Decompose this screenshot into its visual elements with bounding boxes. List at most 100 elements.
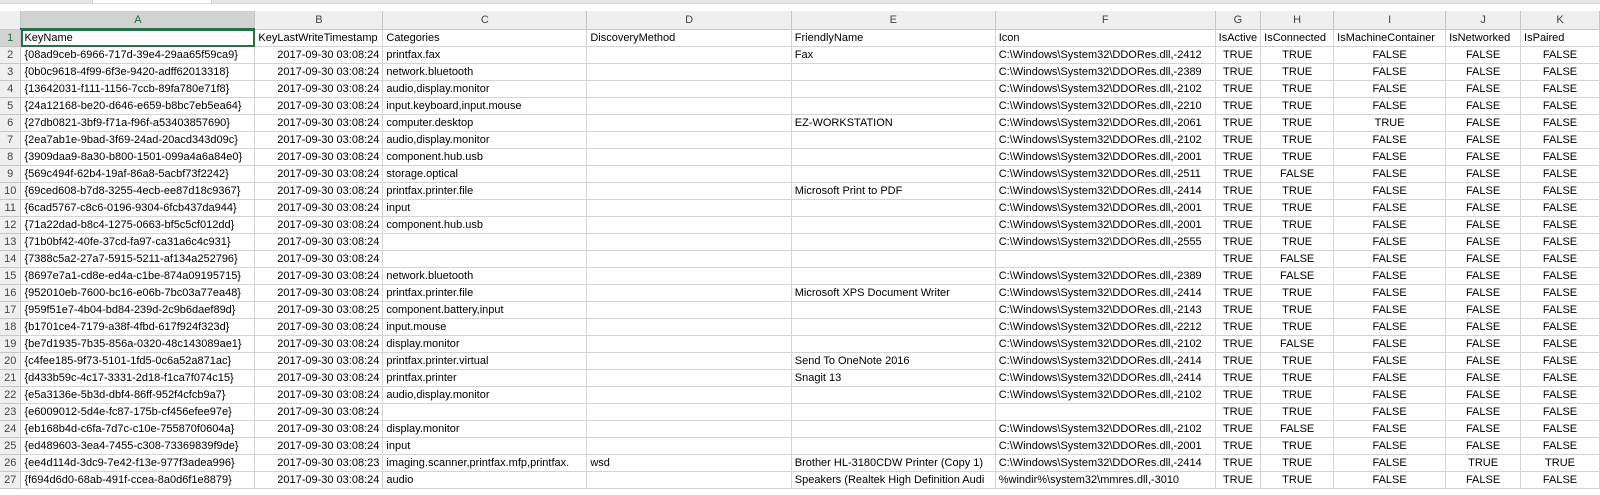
cell-j26[interactable]: TRUE: [1445, 454, 1522, 472]
cell-a18[interactable]: {b1701ce4-7179-a38f-4fbd-617f924f323d}: [20, 318, 256, 336]
cell-h7[interactable]: TRUE: [1260, 131, 1335, 149]
cell-b11[interactable]: 2017-09-30 03:08:24: [254, 199, 384, 217]
cell-f15[interactable]: C:\Windows\System32\DDORes.dll,-2389: [995, 267, 1216, 285]
cell-g2[interactable]: TRUE: [1215, 46, 1262, 64]
cell-j19[interactable]: FALSE: [1445, 335, 1522, 353]
cell-i17[interactable]: FALSE: [1333, 301, 1447, 319]
cell-k19[interactable]: FALSE: [1520, 335, 1600, 353]
cell-g5[interactable]: TRUE: [1215, 97, 1262, 115]
column-header-i[interactable]: I: [1333, 11, 1447, 30]
cell-e4[interactable]: [791, 80, 996, 98]
cell-b16[interactable]: 2017-09-30 03:08:24: [254, 284, 384, 302]
cell-i4[interactable]: FALSE: [1333, 80, 1447, 98]
cell-h10[interactable]: TRUE: [1260, 182, 1335, 200]
cell-i6[interactable]: TRUE: [1333, 114, 1447, 132]
cell-a11[interactable]: {6cad5767-c8c6-0196-9304-6fcb437da944}: [20, 199, 256, 217]
cell-a8[interactable]: {3909daa9-8a30-b800-1501-099a4a6a84e0}: [20, 148, 256, 166]
cell-a21[interactable]: {d433b59c-4c17-3331-2d18-f1ca7f074c15}: [20, 369, 256, 387]
cell-i18[interactable]: FALSE: [1333, 318, 1447, 336]
cell-k7[interactable]: FALSE: [1520, 131, 1600, 149]
cell-j9[interactable]: FALSE: [1445, 165, 1522, 183]
cell-a22[interactable]: {e5a3136e-5b3d-dbf4-86ff-952f4cfcb9a7}: [20, 386, 256, 404]
column-header-b[interactable]: B: [254, 11, 384, 30]
cell-i24[interactable]: FALSE: [1333, 420, 1447, 438]
cell-f17[interactable]: C:\Windows\System32\DDORes.dll,-2143: [995, 301, 1216, 319]
column-header-j[interactable]: J: [1445, 11, 1522, 30]
cell-k21[interactable]: FALSE: [1520, 369, 1600, 387]
cell-e19[interactable]: [791, 335, 996, 353]
cell-g14[interactable]: TRUE: [1215, 250, 1262, 268]
cell-f5[interactable]: C:\Windows\System32\DDORes.dll,-2210: [995, 97, 1216, 115]
cell-b23[interactable]: 2017-09-30 03:08:24: [254, 403, 384, 421]
cell-b13[interactable]: 2017-09-30 03:08:24: [254, 233, 384, 251]
cell-k12[interactable]: FALSE: [1520, 216, 1600, 234]
row-header[interactable]: 8: [0, 148, 22, 166]
cell-d5[interactable]: [586, 97, 792, 115]
cell-k17[interactable]: FALSE: [1520, 301, 1600, 319]
cell-i21[interactable]: FALSE: [1333, 369, 1447, 387]
cell-k5[interactable]: FALSE: [1520, 97, 1600, 115]
cell-f11[interactable]: C:\Windows\System32\DDORes.dll,-2001: [995, 199, 1216, 217]
cell-h13[interactable]: TRUE: [1260, 233, 1335, 251]
row-header[interactable]: 13: [0, 233, 22, 251]
cell-b3[interactable]: 2017-09-30 03:08:24: [254, 63, 384, 81]
cell-b19[interactable]: 2017-09-30 03:08:24: [254, 335, 384, 353]
cell-d20[interactable]: [586, 352, 792, 370]
cell-i5[interactable]: FALSE: [1333, 97, 1447, 115]
cell-a24[interactable]: {eb168b4d-c6fa-7d7c-c10e-755870f0604a}: [20, 420, 256, 438]
cell-c14[interactable]: [382, 250, 588, 268]
cell-d23[interactable]: [586, 403, 792, 421]
cell-c16[interactable]: printfax.printer.file: [382, 284, 588, 302]
cell-f24[interactable]: C:\Windows\System32\DDORes.dll,-2102: [995, 420, 1216, 438]
cell-b14[interactable]: 2017-09-30 03:08:24: [254, 250, 384, 268]
cell-i20[interactable]: FALSE: [1333, 352, 1447, 370]
cell-i23[interactable]: FALSE: [1333, 403, 1447, 421]
cell-i7[interactable]: FALSE: [1333, 131, 1447, 149]
cell-b25[interactable]: 2017-09-30 03:08:24: [254, 437, 384, 455]
cell-k26[interactable]: TRUE: [1520, 454, 1600, 472]
cell-b26[interactable]: 2017-09-30 03:08:23: [254, 454, 384, 472]
cell-g24[interactable]: TRUE: [1215, 420, 1262, 438]
cell-c13[interactable]: [382, 233, 588, 251]
row-header[interactable]: 17: [0, 301, 22, 319]
cell-g8[interactable]: TRUE: [1215, 148, 1262, 166]
cell-d7[interactable]: [586, 131, 792, 149]
column-header-a[interactable]: A: [20, 11, 256, 30]
cell-a1[interactable]: KeyName: [20, 29, 256, 47]
cell-e8[interactable]: [791, 148, 996, 166]
cell-e9[interactable]: [791, 165, 996, 183]
cell-g6[interactable]: TRUE: [1215, 114, 1262, 132]
cell-g1[interactable]: IsActive: [1215, 29, 1262, 47]
cell-j7[interactable]: FALSE: [1445, 131, 1522, 149]
cell-a5[interactable]: {24a12168-be20-d646-e659-b8bc7eb5ea64}: [20, 97, 256, 115]
cell-h25[interactable]: TRUE: [1260, 437, 1335, 455]
cell-f3[interactable]: C:\Windows\System32\DDORes.dll,-2389: [995, 63, 1216, 81]
cell-e2[interactable]: Fax: [791, 46, 996, 64]
cell-d4[interactable]: [586, 80, 792, 98]
cell-d27[interactable]: [586, 471, 792, 489]
cell-c4[interactable]: audio,display.monitor: [382, 80, 588, 98]
cell-c3[interactable]: network.bluetooth: [382, 63, 588, 81]
cell-g10[interactable]: TRUE: [1215, 182, 1262, 200]
cell-k2[interactable]: FALSE: [1520, 46, 1600, 64]
cell-c6[interactable]: computer.desktop: [382, 114, 588, 132]
cell-h1[interactable]: IsConnected: [1260, 29, 1335, 47]
cell-a16[interactable]: {952010eb-7600-bc16-e06b-7bc03a77ea48}: [20, 284, 256, 302]
row-header[interactable]: 7: [0, 131, 22, 149]
column-header-k[interactable]: K: [1520, 11, 1600, 30]
cell-j24[interactable]: FALSE: [1445, 420, 1522, 438]
row-header[interactable]: 18: [0, 318, 22, 336]
cell-d13[interactable]: [586, 233, 792, 251]
cell-j18[interactable]: FALSE: [1445, 318, 1522, 336]
cell-k24[interactable]: FALSE: [1520, 420, 1600, 438]
row-header[interactable]: 9: [0, 165, 22, 183]
cell-a10[interactable]: {69ced608-b7d8-3255-4ecb-ee87d18c9367}: [20, 182, 256, 200]
cell-a17[interactable]: {959f51e7-4b04-bd84-239d-2c9b6daef89d}: [20, 301, 256, 319]
cell-k13[interactable]: FALSE: [1520, 233, 1600, 251]
cell-h9[interactable]: FALSE: [1260, 165, 1335, 183]
row-header[interactable]: 4: [0, 80, 22, 98]
cell-e22[interactable]: [791, 386, 996, 404]
cell-e13[interactable]: [791, 233, 996, 251]
cell-a7[interactable]: {2ea7ab1e-9bad-3f69-24ad-20acd343d09c}: [20, 131, 256, 149]
cell-k9[interactable]: FALSE: [1520, 165, 1600, 183]
